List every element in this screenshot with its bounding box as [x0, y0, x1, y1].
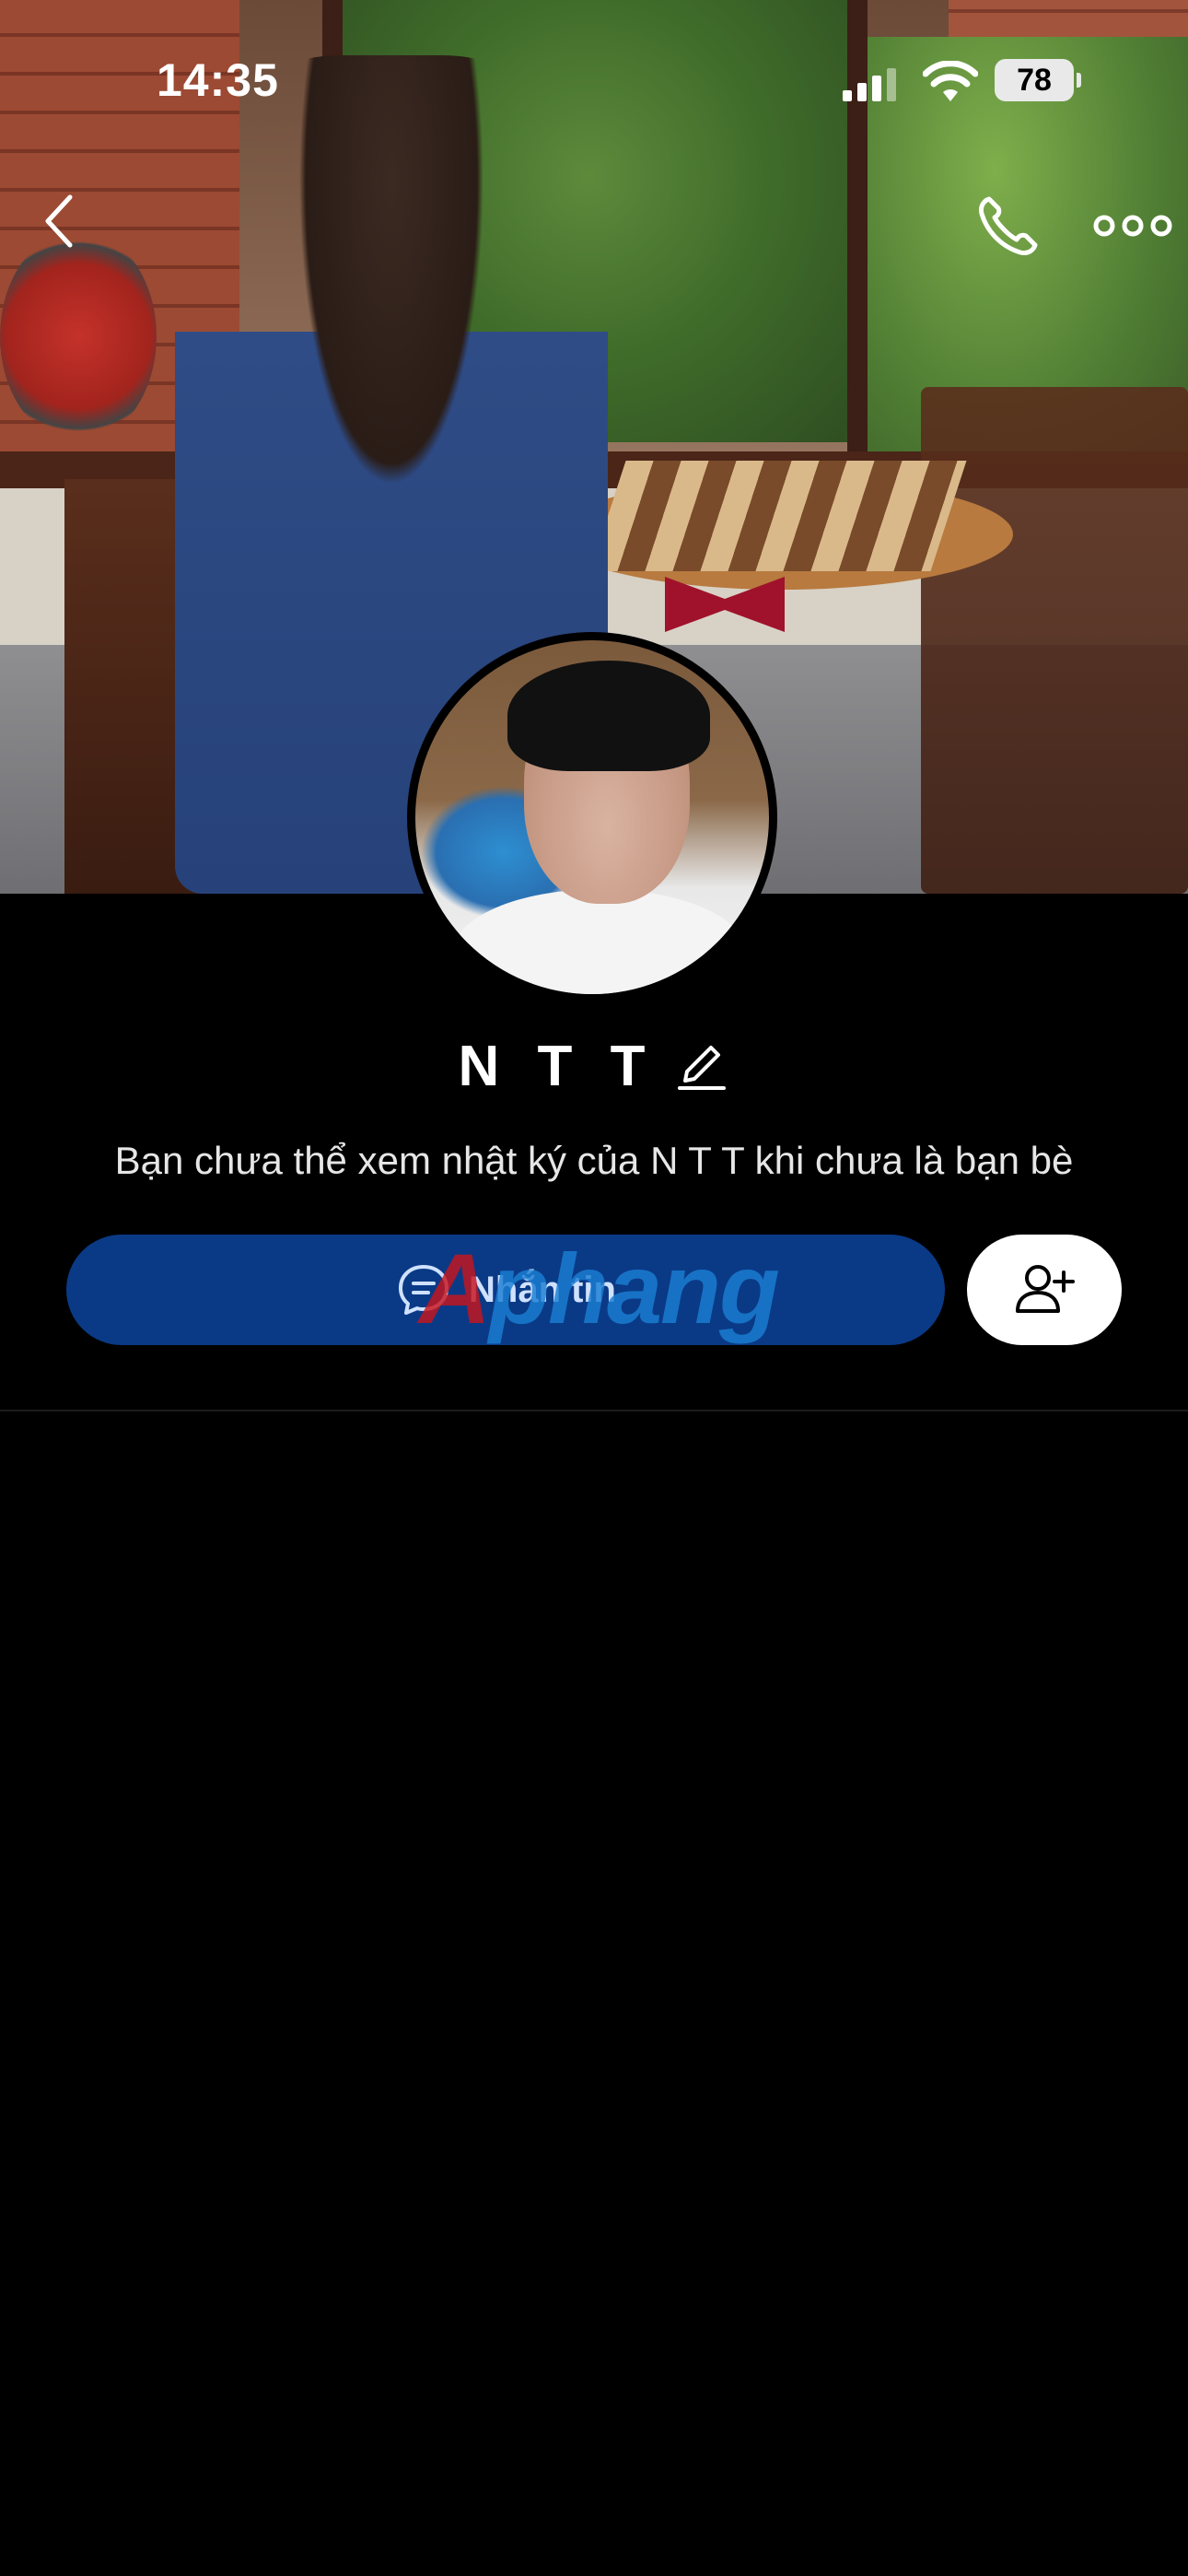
user-plus-icon [1016, 1265, 1075, 1313]
privacy-notice: Bạn chưa thể xem nhật ký của N T T khi c… [114, 1139, 1074, 1182]
battery-indicator: 78 [995, 59, 1081, 101]
status-time: 14:35 [157, 54, 279, 106]
more-horizontal-icon[interactable] [1091, 203, 1174, 249]
pencil-icon[interactable] [674, 1038, 729, 1094]
message-button-label: Nhắn tin [469, 1269, 616, 1310]
chevron-left-icon[interactable] [35, 184, 90, 258]
profile-name: N T T [458, 1034, 657, 1098]
avatar[interactable] [407, 632, 777, 1002]
avatar-hair [507, 661, 710, 771]
profile-name-row: N T T [0, 1025, 1188, 1107]
wifi-icon [923, 61, 978, 101]
phone-icon[interactable] [974, 192, 1042, 260]
status-bar: 14:35 78 [0, 0, 1188, 138]
message-button[interactable]: Nhắn tin [66, 1235, 945, 1345]
section-divider [0, 1410, 1188, 1411]
chat-bubble-icon [399, 1265, 448, 1315]
cover-fan [0, 230, 157, 442]
cover-chessboard [589, 461, 967, 571]
cellular-signal-icon [843, 68, 898, 101]
add-friend-button[interactable] [967, 1235, 1122, 1345]
